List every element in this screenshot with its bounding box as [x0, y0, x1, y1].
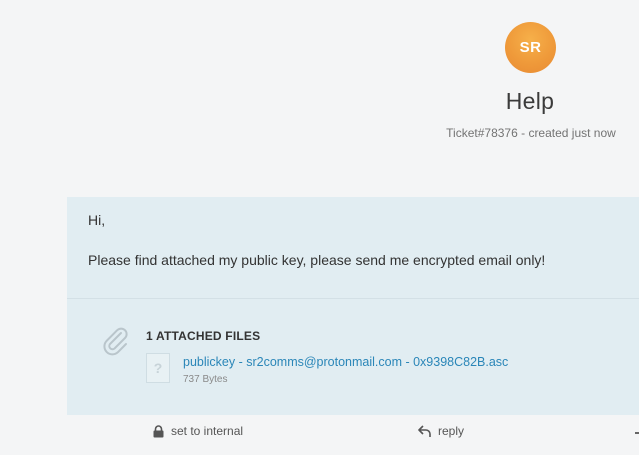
attachment-link[interactable]: publickey - sr2comms@protonmail.com - 0x…: [183, 355, 508, 369]
more-actions-edge: [635, 432, 639, 434]
ticket-title[interactable]: Help: [430, 88, 630, 115]
customer-avatar[interactable]: SR: [505, 22, 556, 73]
attachments-heading: 1 ATTACHED FILES: [146, 329, 261, 343]
attachments-divider: [67, 298, 639, 299]
reply-label: reply: [438, 424, 465, 438]
article-actions: set to internal reply: [0, 424, 639, 446]
attachment-size: 737 Bytes: [183, 374, 228, 385]
article-body: Hi, Please find attached my public key, …: [88, 210, 545, 270]
article-greeting: Hi,: [88, 212, 106, 228]
paperclip-icon: [103, 327, 128, 356]
article-content: Hi, Please find attached my public key, …: [67, 197, 639, 415]
ticket-meta: Ticket#78376 - created just now: [446, 126, 616, 140]
reply-button[interactable]: reply: [418, 424, 464, 438]
reply-arrow-icon: [418, 425, 431, 437]
set-internal-button[interactable]: set to internal: [153, 424, 243, 438]
set-internal-label: set to internal: [171, 424, 244, 438]
ticket-zoom-view: SR Help Ticket#78376 - created just now …: [0, 0, 639, 455]
lock-icon: [153, 424, 164, 437]
article-message: Please find attached my public key, plea…: [88, 252, 546, 268]
unknown-file-icon: ?: [146, 353, 170, 383]
avatar-initials: SR: [519, 39, 542, 56]
